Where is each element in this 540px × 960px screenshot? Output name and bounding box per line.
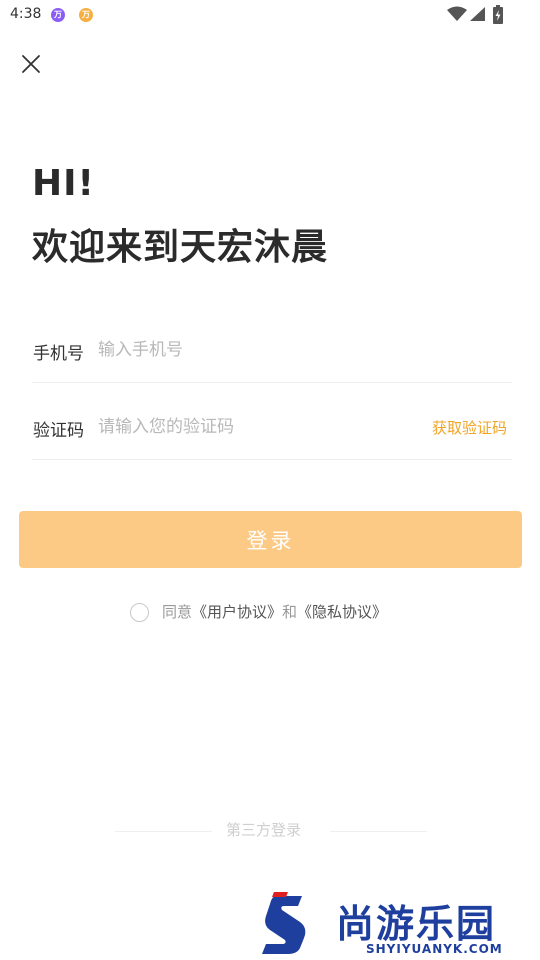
phone-label: 手机号 [33,344,84,364]
phone-input[interactable] [98,339,478,361]
user-agreement-link[interactable]: 《用户协议》 [192,603,282,621]
third-party-login-label: 第三方登录 [226,821,302,839]
wifi-icon [447,6,467,21]
greeting-title: HI! [32,163,95,204]
agreement-prefix: 同意 [162,603,193,621]
get-code-button[interactable]: 获取验证码 [432,417,507,438]
agreement-checkbox[interactable] [130,603,149,622]
watermark-logo-icon [262,892,306,954]
signal-icon [470,7,485,21]
watermark-url: SHYIYUANYK.COM [366,942,503,956]
privacy-agreement-link[interactable]: 《隐私协议》 [297,603,387,621]
welcome-heading: 欢迎来到天宏沐晨 [32,227,329,268]
login-button[interactable]: 登录 [19,511,522,568]
divider [330,831,427,832]
battery-charging-icon [493,5,503,24]
divider [32,459,512,460]
watermark-text: 尚游乐园 [336,902,497,946]
verification-code-input[interactable] [98,416,418,438]
agreement-and: 和 [282,603,298,621]
agreement-text: 同意《用户协议》和《隐私协议》 [162,601,387,622]
close-icon[interactable] [18,51,44,77]
divider [32,382,512,383]
notification-app-icon: 万 [79,8,93,22]
status-time: 4:38 [10,6,42,22]
code-label: 验证码 [33,421,84,441]
divider [115,831,212,832]
notification-app-icon: 万 [51,8,65,22]
